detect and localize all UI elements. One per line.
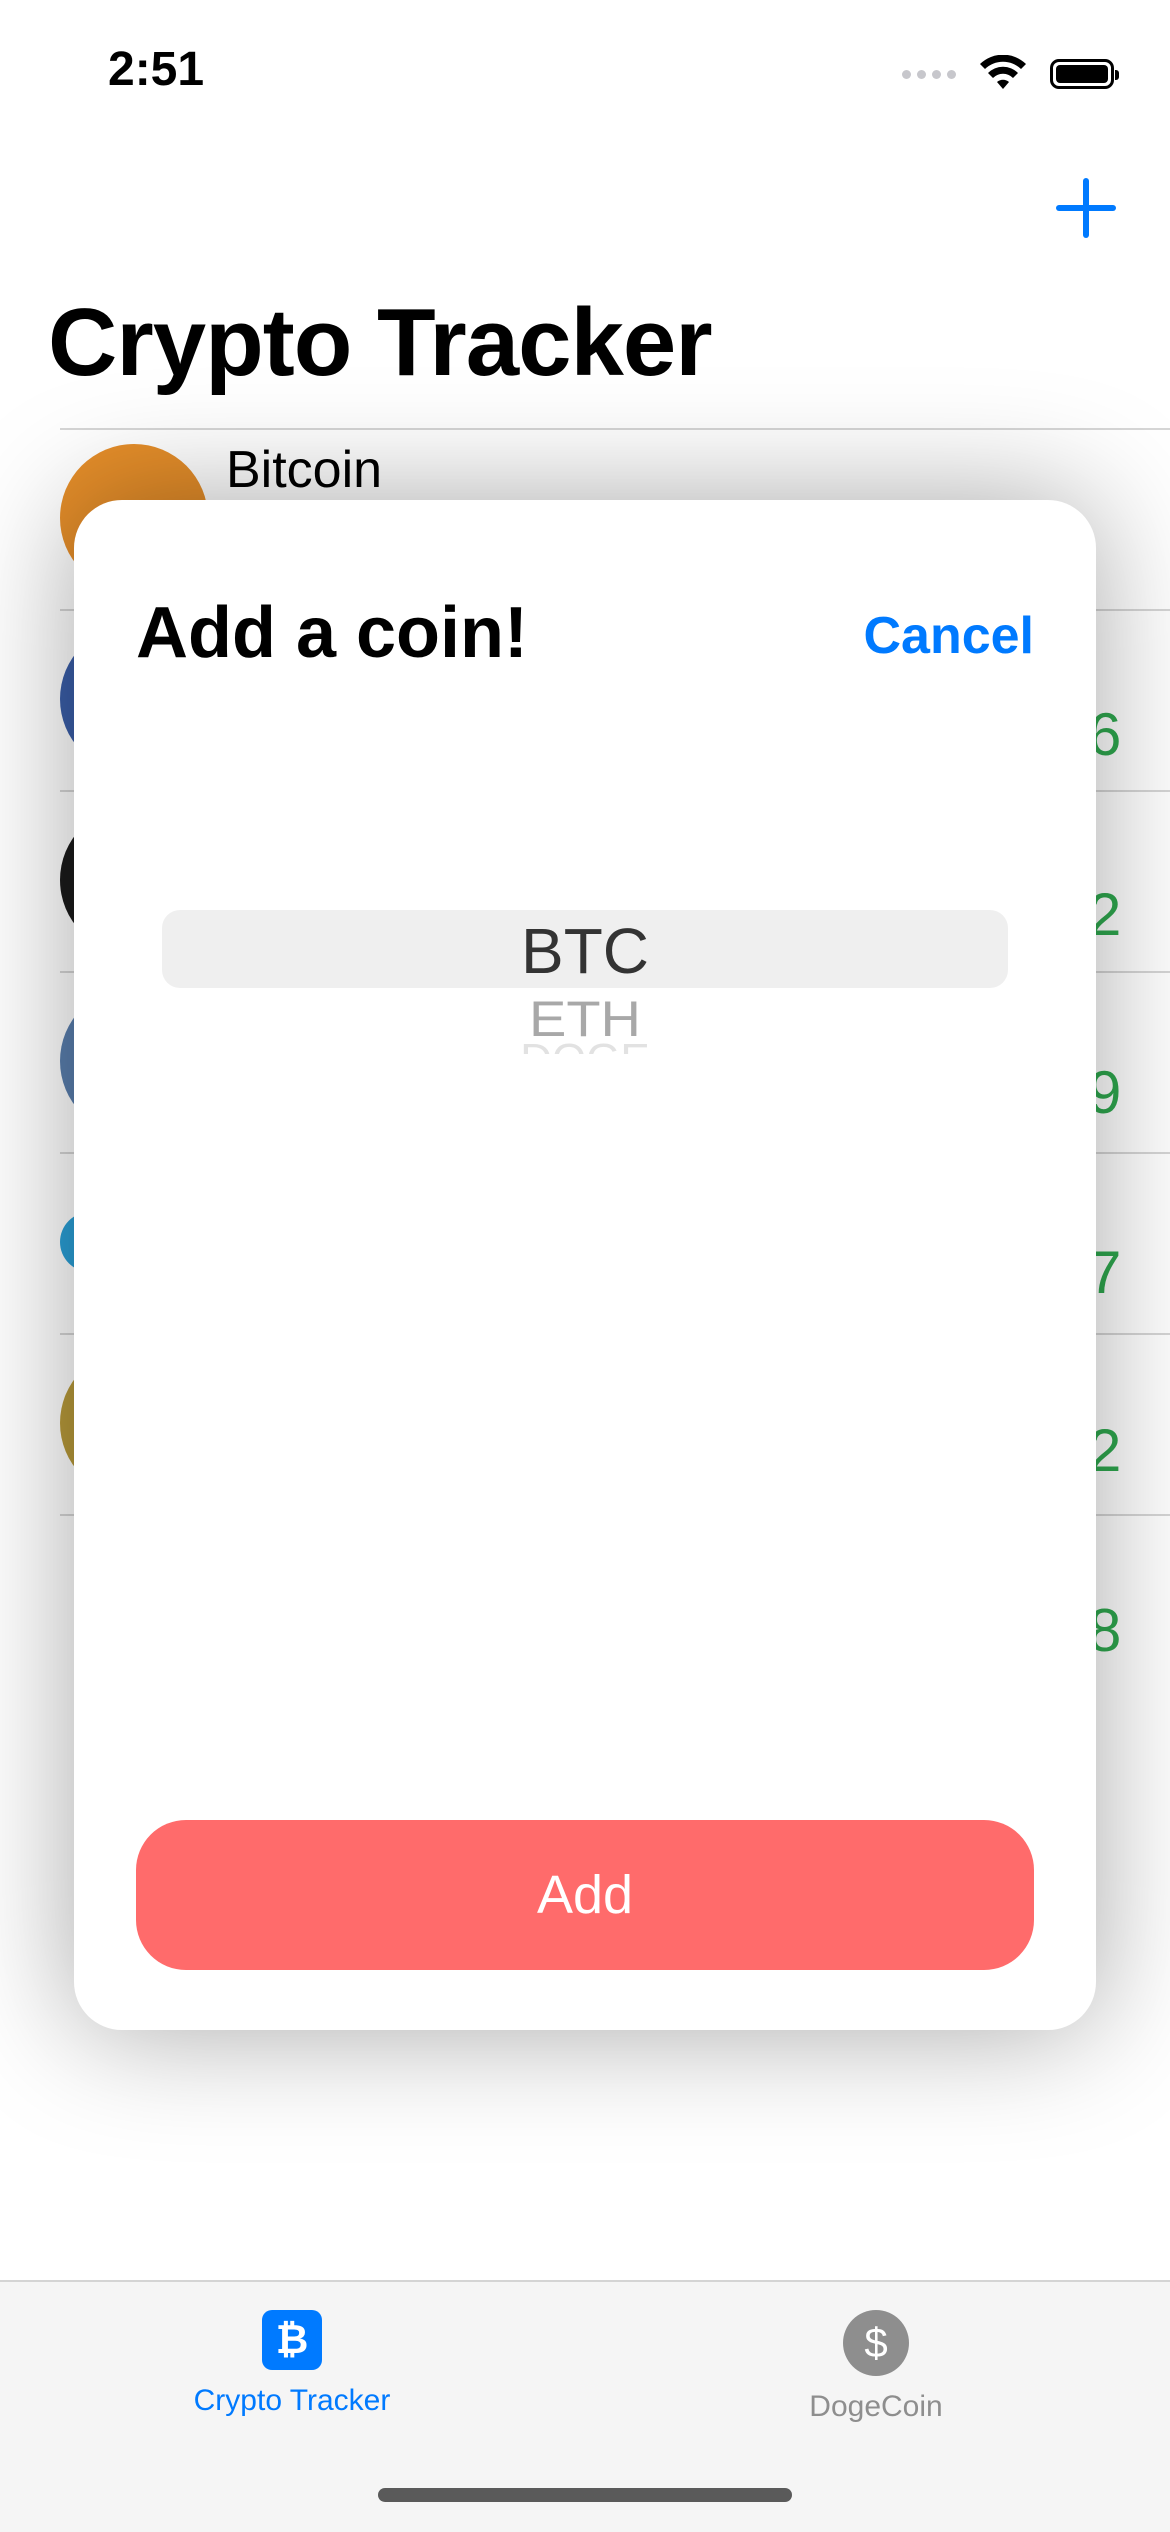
modal-title: Add a coin! <box>136 593 528 673</box>
picker-option[interactable]: DOGE <box>162 1040 1008 1054</box>
coin-name: Bitcoin <box>226 441 383 499</box>
tab-crypto-tracker[interactable]: ₿ Crypto Tracker <box>92 2310 492 2418</box>
price-fragments: 6 2 9 7 2 8 <box>1088 701 1122 1664</box>
battery-icon <box>1050 59 1119 89</box>
add-button[interactable]: Add <box>136 1820 1034 1970</box>
coin-picker[interactable]: BTC ETH DOGE <box>162 910 1008 1110</box>
wifi-icon <box>980 55 1026 89</box>
screen: 2:51 Crypto Tracker Bitcoin 6 2 9 7 2 8 … <box>0 0 1170 2532</box>
status-icons <box>902 52 1119 96</box>
bitcoin-icon: ₿ <box>262 2310 322 2370</box>
cancel-button[interactable]: Cancel <box>863 606 1034 666</box>
page-title: Crypto Tracker <box>48 289 713 396</box>
add-coin-modal: Add a coin! Cancel BTC ETH DOGE Add <box>74 500 1096 2030</box>
dollar-icon: $ <box>843 2310 909 2376</box>
tab-label: DogeCoin <box>809 2390 943 2423</box>
tab-dogecoin[interactable]: $ DogeCoin <box>676 2310 1076 2424</box>
signal-icon <box>902 69 956 79</box>
plus-icon[interactable] <box>1056 178 1116 238</box>
status-time: 2:51 <box>108 43 205 96</box>
tab-label: Crypto Tracker <box>193 2384 391 2417</box>
picker-option[interactable]: ETH <box>162 991 1008 1047</box>
picker-option-selected[interactable]: BTC <box>162 910 1008 988</box>
home-indicator <box>378 2488 792 2502</box>
